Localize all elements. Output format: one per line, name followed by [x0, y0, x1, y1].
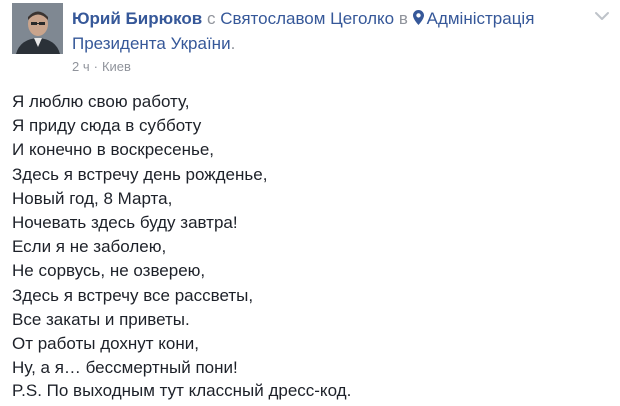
post-text-line: Новый год, 8 Марта, [12, 188, 173, 208]
post-text-line: Здесь я встречу все рассветы, [12, 285, 254, 305]
post-text-line: Ну, а я… бессмертный пони! [12, 358, 238, 378]
tagged-person-link[interactable]: Святославом Цеголко [220, 9, 394, 28]
chevron-down-icon[interactable] [594, 10, 610, 22]
post-text-line: Не сорвусь, не озверею, [12, 261, 206, 281]
post-text-line: Здесь я встречу день рожденье, [12, 164, 268, 184]
post-header: Юрий Бирюков с Святославом Цеголко в Адм… [72, 6, 572, 56]
meta-separator: · [93, 59, 98, 74]
post-meta: 2 ч · Киев [72, 58, 131, 76]
post-text-line: Я приду сюда в субботу [12, 116, 202, 136]
post-text-line: От работы дохнут кони, [12, 333, 199, 353]
post-timestamp-link[interactable]: 2 ч [72, 59, 90, 74]
facebook-post: Юрий Бирюков с Святославом Цеголко в Адм… [0, 0, 620, 406]
avatar-portrait-icon [12, 3, 63, 54]
post-text-line: Ночевать здесь буду завтра! [12, 212, 238, 232]
post-text-line: И конечно в воскресенье, [12, 140, 214, 160]
post-body: Я люблю свою работу, Я приду сюда в субб… [12, 90, 608, 380]
post-location-link[interactable]: Киев [102, 59, 131, 74]
header-period: . [230, 34, 236, 53]
post-text-line: Если я не заболею, [12, 237, 167, 257]
post-text-line: Все закаты и приветы. [12, 309, 190, 329]
location-pin-icon [412, 10, 424, 25]
post-text-line: Я люблю свою работу, [12, 92, 190, 111]
in-word: в [398, 9, 408, 28]
with-word: с [206, 9, 216, 28]
place-link-line2: Президента України [72, 34, 231, 53]
author-name-link[interactable]: Юрий Бирюков [72, 9, 202, 28]
post-postscript: P.S. По выходным тут классный дресс-код. [12, 381, 352, 400]
place-link-line1: Адміністрація [426, 9, 535, 28]
author-avatar[interactable] [12, 3, 63, 54]
